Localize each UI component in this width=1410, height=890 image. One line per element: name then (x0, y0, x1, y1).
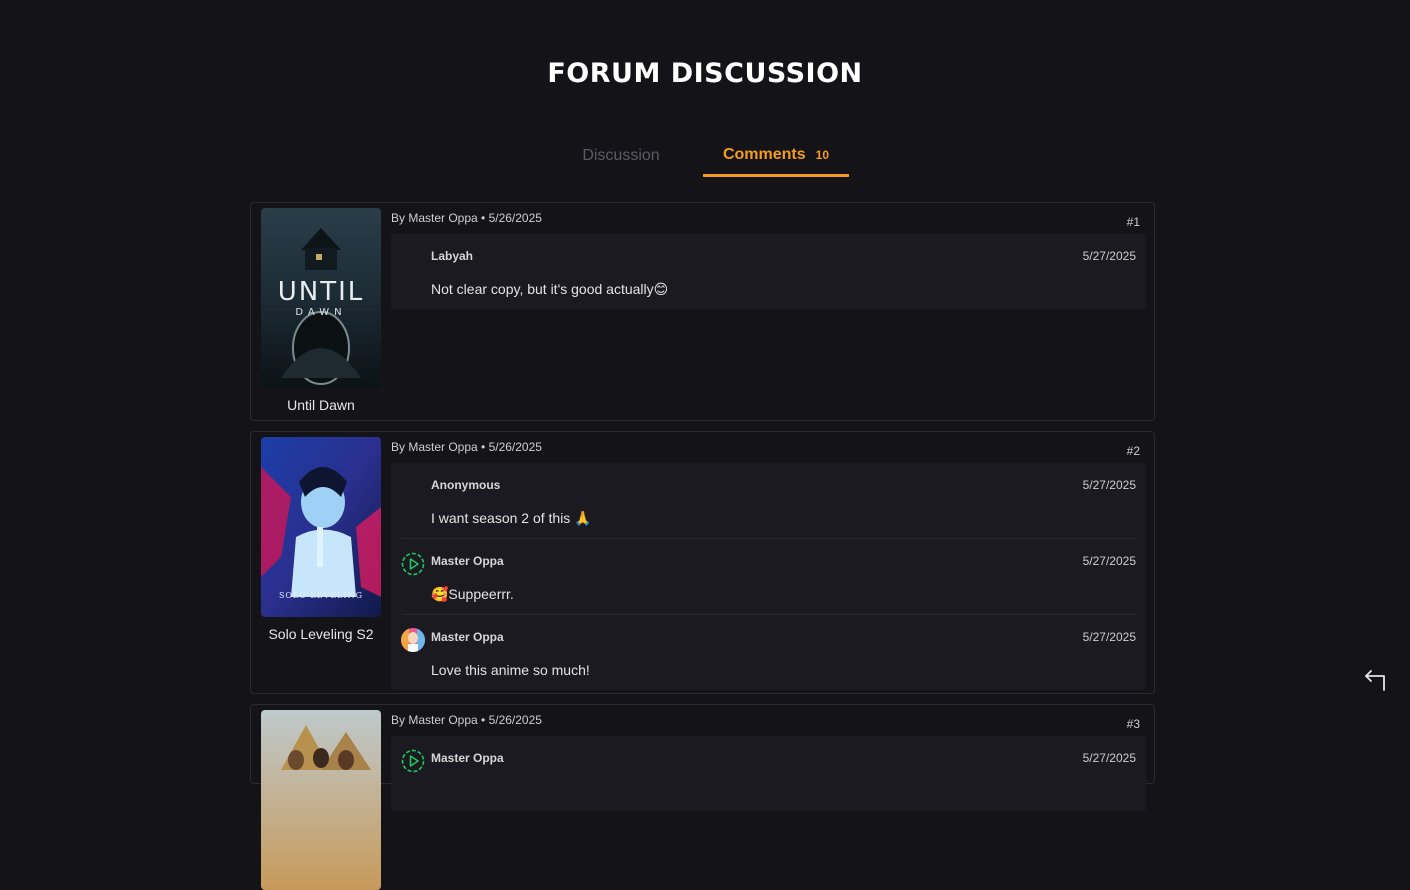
post-index: #3 (1126, 717, 1140, 731)
post-meta: By Master Oppa • 5/26/2025 (391, 440, 542, 454)
play-circle-icon[interactable] (401, 749, 425, 773)
tab-comments[interactable]: Comments 10 (703, 135, 849, 177)
post-meta: By Master Oppa • 5/26/2025 (391, 713, 542, 727)
comment-item: Master Oppa 5/27/2025 Love this anime so… (401, 615, 1136, 690)
comment-text: 🥰Suppeerrr. (431, 586, 514, 602)
comment-date: 5/27/2025 (1082, 249, 1136, 263)
comment-author[interactable]: Labyah (431, 249, 473, 263)
tab-bar: Discussion Comments 10 (0, 135, 1410, 177)
comment-text: I want season 2 of this 🙏 (431, 510, 592, 526)
poster-text-main: UNTIL (278, 277, 365, 307)
post-meta: By Master Oppa • 5/26/2025 (391, 211, 542, 225)
comment-author[interactable]: Master Oppa (431, 630, 504, 644)
tab-discussion-label: Discussion (582, 147, 660, 164)
page-title: FORUM DISCUSSION (547, 58, 863, 89)
comment-date: 5/27/2025 (1082, 554, 1136, 568)
return-arrow-icon[interactable] (1362, 666, 1388, 692)
post-index: #2 (1126, 444, 1140, 458)
comments-list: Master Oppa 5/27/2025 (391, 736, 1146, 811)
avatar[interactable] (401, 628, 425, 652)
comment-text: Love this anime so much! (431, 662, 590, 678)
tab-discussion[interactable]: Discussion (561, 135, 681, 177)
comment-author[interactable]: Anonymous (431, 478, 500, 492)
comments-list: Anonymous 5/27/2025 I want season 2 of t… (391, 463, 1146, 690)
post-card: UNTIL DAWN Until Dawn By Master Oppa • 5… (250, 202, 1155, 421)
poster-title[interactable]: Solo Leveling S2 (261, 626, 381, 642)
play-circle-icon[interactable] (401, 552, 425, 576)
poster-text-main: SOLO LEVELING (279, 591, 363, 600)
comment-item: Anonymous 5/27/2025 I want season 2 of t… (401, 463, 1136, 539)
poster-image[interactable]: SOLO LEVELING (261, 437, 381, 617)
post-card: By Master Oppa • 5/26/2025 #3 Master Opp… (250, 704, 1155, 890)
comment-text: Not clear copy, but it's good actually😊 (431, 281, 669, 297)
comment-date: 5/27/2025 (1082, 630, 1136, 644)
comment-date: 5/27/2025 (1082, 478, 1136, 492)
poster-image[interactable] (261, 710, 381, 890)
comment-item: Master Oppa 5/27/2025 🥰Suppeerrr. (401, 539, 1136, 615)
poster-text-sub: DAWN (295, 307, 346, 318)
post-card: SOLO LEVELING Solo Leveling S2 By Master… (250, 431, 1155, 694)
post-index: #1 (1126, 215, 1140, 229)
comment-author[interactable]: Master Oppa (431, 554, 504, 568)
comment-item: Master Oppa 5/27/2025 (401, 736, 1136, 811)
tab-comments-label: Comments (722, 145, 806, 163)
comments-count-badge: 10 (815, 147, 830, 162)
comments-list: Labyah 5/27/2025 Not clear copy, but it'… (391, 234, 1146, 309)
poster-title[interactable]: Until Dawn (261, 397, 381, 413)
poster-image[interactable]: UNTIL DAWN (261, 208, 381, 388)
comment-item: Labyah 5/27/2025 Not clear copy, but it'… (401, 234, 1136, 309)
